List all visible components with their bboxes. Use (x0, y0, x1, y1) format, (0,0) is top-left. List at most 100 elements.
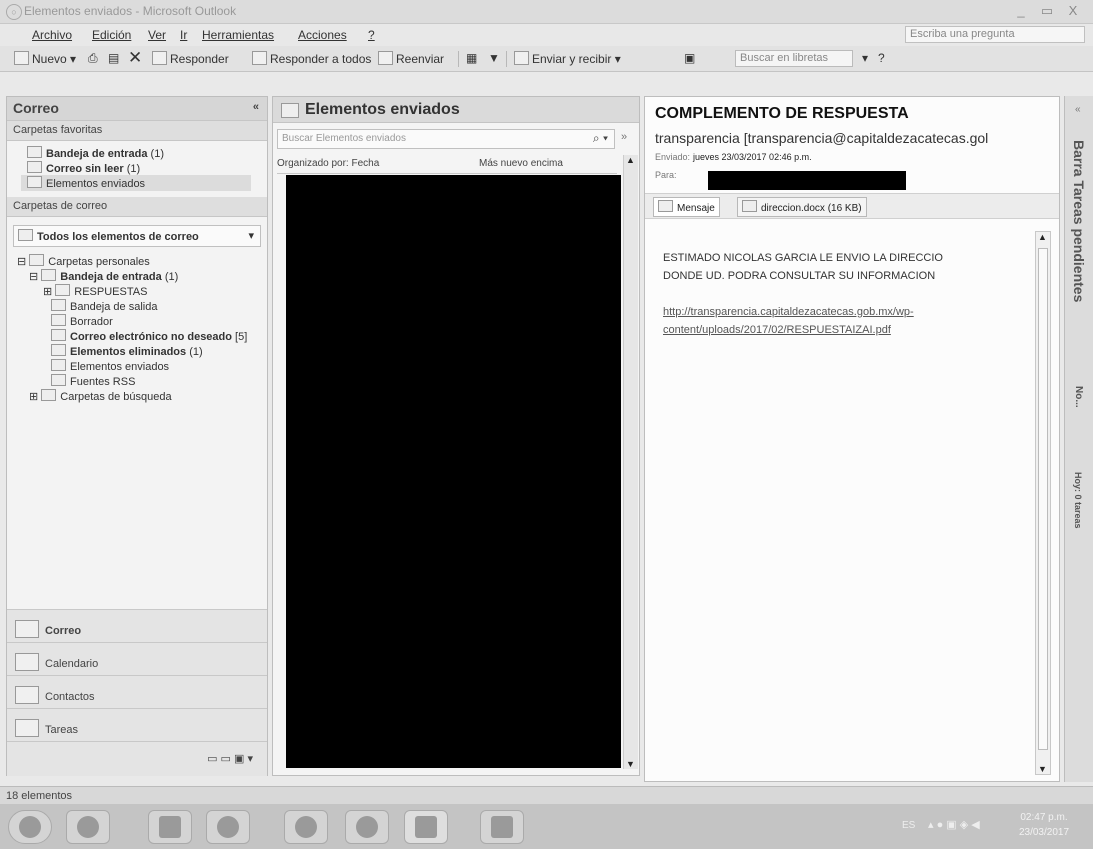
scroll-down-icon[interactable]: ▼ (1038, 764, 1047, 774)
menu-herramientas[interactable]: Herramientas (202, 28, 274, 42)
rss-icon (51, 374, 66, 386)
taskbar-clock[interactable]: 02:47 p.m. 23/03/2017 (1000, 810, 1088, 840)
taskbar-word[interactable] (480, 810, 524, 844)
sent-value: jueves 23/03/2017 02:46 p.m. (693, 152, 812, 162)
taskbar-chrome[interactable] (66, 810, 110, 844)
nav-button-calendar[interactable]: Calendario (7, 642, 267, 675)
expand-search-icon[interactable]: » (621, 131, 627, 143)
ask-question-input[interactable]: Escriba una pregunta (905, 26, 1085, 43)
taskbar-firefox[interactable] (284, 810, 328, 844)
todo-notes-item[interactable]: No... (1073, 386, 1084, 408)
search-books-input[interactable]: Buscar en libretas (735, 50, 853, 67)
menu-acciones[interactable]: Acciones (298, 28, 347, 42)
toolbar-separator (458, 51, 459, 67)
configure-buttons-icon[interactable]: ▾ (247, 753, 253, 765)
body-link-1[interactable]: http://transparencia.capitaldezacatecas.… (663, 303, 943, 321)
fav-inbox[interactable]: Bandeja de entrada (1) (27, 146, 164, 160)
books-dropdown-arrow-icon[interactable]: ▾ (862, 51, 868, 65)
close-button[interactable]: X (1062, 2, 1084, 20)
outlook-app-icon: ○ (6, 4, 22, 20)
mail-folders-header[interactable]: Carpetas de correo (7, 197, 267, 217)
arrange-header[interactable]: Organizado por: Fecha Más nuevo encima (277, 155, 617, 174)
scroll-up-icon[interactable]: ▲ (626, 155, 635, 165)
taskbar-media-player[interactable] (206, 810, 250, 844)
todo-tasks-item[interactable]: Hoy: 0 tareas (1073, 472, 1083, 529)
reply-all-icon (252, 51, 267, 65)
fav-unread[interactable]: Correo sin leer (1) (27, 161, 140, 175)
delete-icon[interactable]: ✕ (128, 48, 142, 68)
collapse-pane-icon[interactable]: « (253, 101, 259, 113)
tree-drafts[interactable]: Borrador (51, 314, 113, 328)
folder-list-icon[interactable]: ▭ (207, 753, 217, 765)
tab-message[interactable]: Mensaje (653, 197, 720, 217)
start-button[interactable] (8, 810, 52, 844)
tree-junk[interactable]: Correo electrónico no deseado [5] (51, 329, 247, 343)
address-book-icon[interactable]: ▣ (684, 51, 695, 65)
flag-icon[interactable]: ▼ (488, 51, 500, 65)
tree-search-folders[interactable]: ⊞ Carpetas de búsqueda (29, 389, 172, 403)
message-from[interactable]: transparencia [transparencia@capitaldeza… (655, 130, 1059, 146)
menu-edicion[interactable]: Edición (92, 28, 131, 42)
forward-icon (378, 51, 393, 65)
media-player-icon (217, 816, 239, 838)
menu-archivo[interactable]: Archivo (32, 28, 72, 42)
reading-scrollbar[interactable]: ▲ ▼ (1035, 231, 1051, 775)
help-icon[interactable]: ? (878, 51, 885, 65)
folder-icon (55, 284, 71, 296)
menu-ir[interactable]: Ir (180, 28, 187, 42)
reply-icon (152, 51, 167, 65)
junk-mail-icon (51, 329, 66, 341)
tree-personal-folders[interactable]: ⊟ Carpetas personales (17, 254, 150, 268)
tree-inbox[interactable]: ⊟ Bandeja de entrada (1) (29, 269, 178, 283)
nav-button-contacts[interactable]: Contactos (7, 675, 267, 708)
taskbar-ie[interactable] (345, 810, 389, 844)
menu-ver[interactable]: Ver (148, 28, 166, 42)
list-search-input[interactable]: Buscar Elementos enviados ⌕ ▾ (277, 129, 615, 149)
tree-sent[interactable]: Elementos enviados (51, 359, 169, 373)
tree-outbox[interactable]: Bandeja de salida (51, 299, 157, 313)
reply-all-button[interactable]: Responder a todos (252, 51, 371, 66)
send-receive-button[interactable]: Enviar y recibir ▾ (514, 51, 621, 66)
minimize-button[interactable]: _ (1010, 2, 1032, 20)
menu-help[interactable]: ? (368, 28, 375, 42)
search-folder-icon (41, 389, 57, 401)
nav-button-tasks[interactable]: Tareas (7, 708, 267, 741)
attachment-docx[interactable]: direccion.docx (16 KB) (737, 197, 867, 217)
tray-icons[interactable]: ▴ ● ▣ ◈ ◀ (928, 818, 980, 831)
move-icon[interactable]: ▤ (108, 51, 119, 65)
nav-button-mail[interactable]: Correo (7, 609, 267, 642)
scroll-up-icon[interactable]: ▲ (1038, 232, 1047, 242)
language-indicator[interactable]: ES (902, 820, 915, 831)
tree-rss[interactable]: Fuentes RSS (51, 374, 135, 388)
message-tabs: Mensaje direccion.docx (16 KB) (645, 193, 1059, 219)
search-icon[interactable]: ⌕ ▾ (593, 131, 608, 146)
taskbar-outlook[interactable] (404, 810, 448, 844)
tree-respuestas[interactable]: ⊞ RESPUESTAS (43, 284, 147, 298)
notes-icon[interactable]: ▣ (234, 753, 244, 765)
categorize-icon[interactable]: ▦ (466, 51, 477, 65)
todo-bar-title: Barra Tareas pendientes (1071, 140, 1087, 303)
favorites-header[interactable]: Carpetas favoritas (7, 121, 267, 141)
maximize-button[interactable]: ▭ (1036, 2, 1058, 20)
mail-folder-icon (18, 229, 33, 241)
print-icon[interactable]: ⎙ (88, 51, 98, 66)
expand-todo-icon[interactable]: « (1075, 104, 1081, 115)
body-link-2[interactable]: content/uploads/2017/02/RESPUESTAIZAI.pd… (663, 321, 943, 339)
new-button[interactable]: Nuevo ▾ (14, 51, 76, 66)
scroll-down-icon[interactable]: ▼ (626, 759, 635, 769)
list-scrollbar[interactable]: ▲ ▼ (623, 155, 638, 769)
inbox-icon (27, 146, 42, 158)
forward-button[interactable]: Reenviar (378, 51, 444, 66)
nav-shortcuts-bar[interactable]: ▭ ▭ ▣ ▾ (7, 741, 267, 776)
reading-pane: COMPLEMENTO DE RESPUESTA transparencia [… (644, 96, 1060, 782)
tree-deleted[interactable]: Elementos eliminados (1) (51, 344, 203, 358)
internet-explorer-icon (356, 816, 378, 838)
firefox-icon (295, 816, 317, 838)
scroll-thumb[interactable] (1038, 248, 1048, 750)
shortcuts-icon[interactable]: ▭ (221, 753, 231, 765)
fav-sent-items[interactable]: Elementos enviados (21, 175, 251, 191)
reply-button[interactable]: Responder (152, 51, 229, 66)
all-mail-items-dropdown[interactable]: Todos los elementos de correo ▾ (13, 225, 261, 247)
taskbar-explorer[interactable] (148, 810, 192, 844)
inbox-icon (41, 269, 57, 281)
